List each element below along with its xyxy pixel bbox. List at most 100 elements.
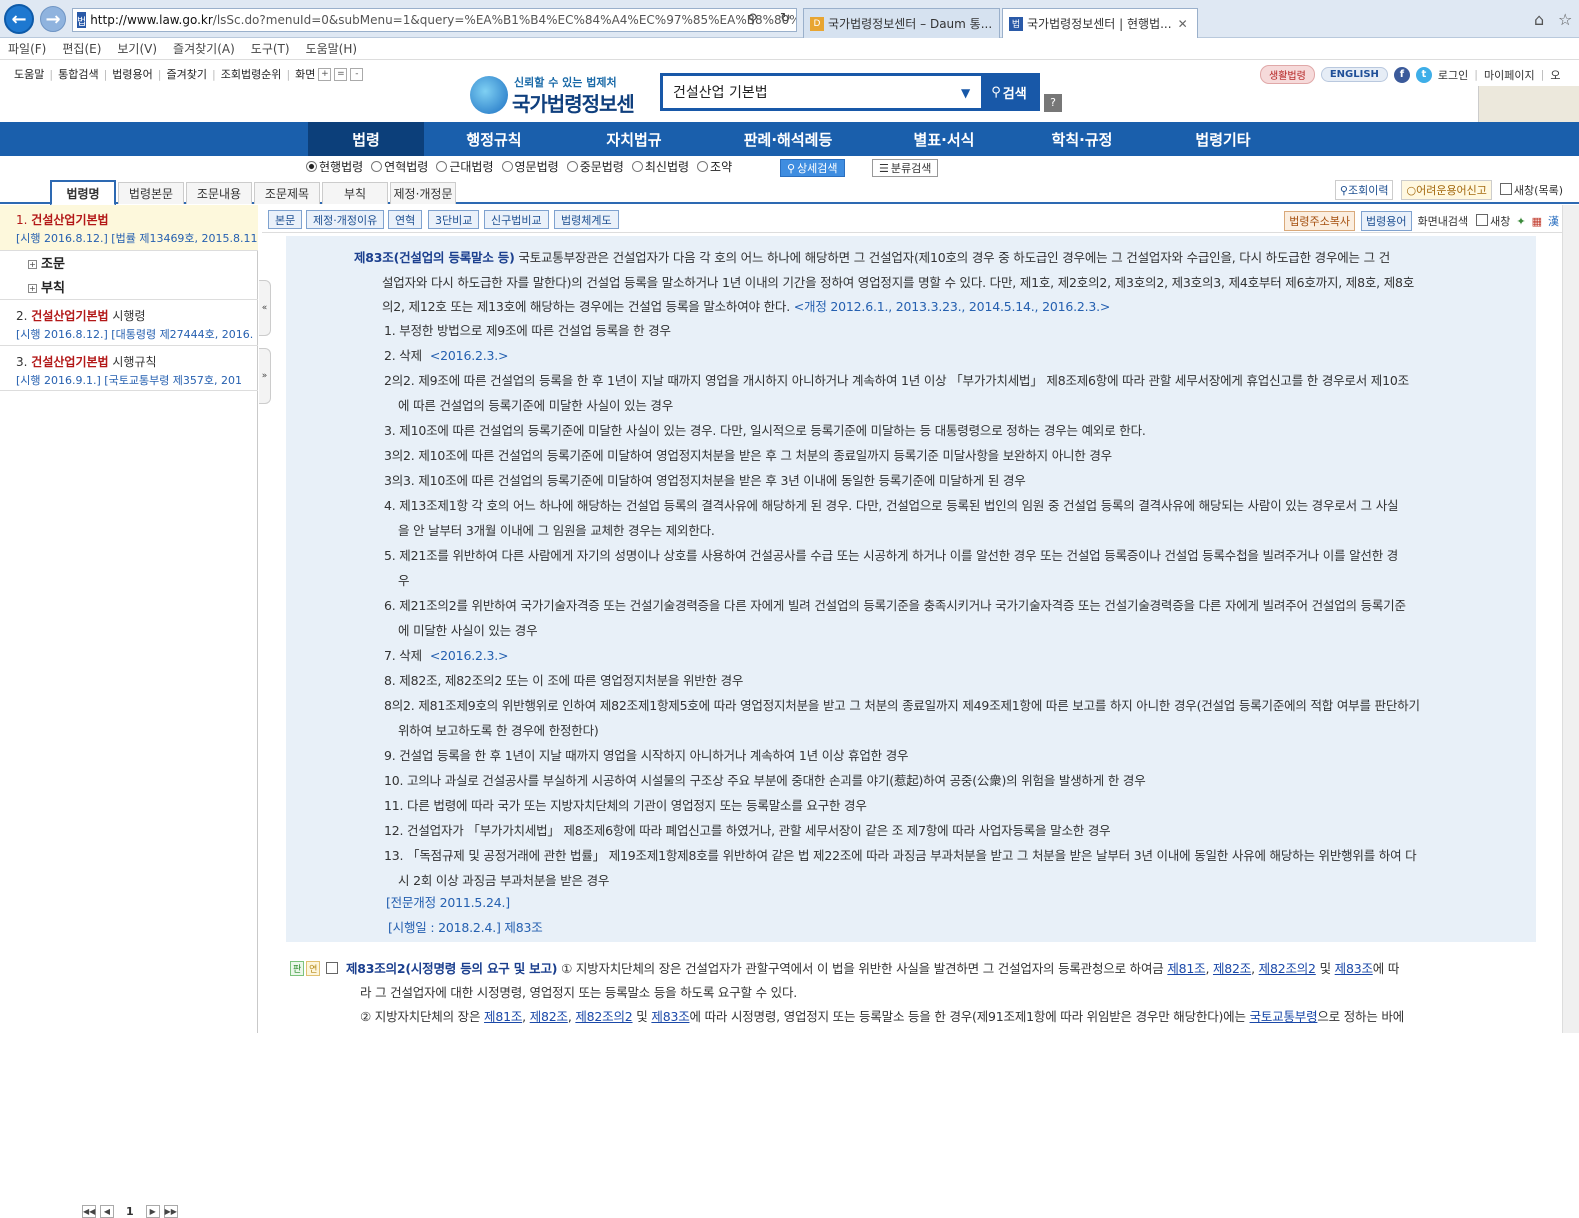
law-link[interactable]: 제83조 [1335,961,1373,976]
law-link[interactable]: 제82조의2 [1259,961,1316,976]
collapse-panel-handle[interactable]: « [259,280,271,336]
home-icon[interactable]: ⌂ [1534,10,1544,29]
menu-tools[interactable]: 도구(T) [251,40,290,57]
amend-note[interactable]: <2016.2.3.> [430,648,509,663]
old-new-compare-button[interactable]: 신구법비교 [484,210,549,229]
nav-local-laws[interactable]: 자치법규 [564,122,704,156]
tab-article-content[interactable]: 조문내용 [186,182,252,204]
menu-help[interactable]: 도움말(H) [306,40,358,57]
effective-date-note[interactable]: [시행일 : 2018.2.4.] 제83조 [388,917,543,936]
tab-article-title[interactable]: 조문제목 [254,182,320,204]
tab-law-body[interactable]: 법령본문 [118,182,184,204]
chinese-char-icon[interactable]: 漢 [1548,213,1559,229]
in-page-search-label[interactable]: 화면내검색 [1418,213,1469,229]
search-icon[interactable]: ⚲ [748,12,758,27]
three-way-compare-button[interactable]: 3단비교 [428,210,480,229]
util-integrated-search[interactable]: 통합검색 [58,66,98,82]
site-logo[interactable]: 신뢰할 수 있는 법제처 국가법령정보센터 [470,74,650,145]
result-item-3[interactable]: 3. 건설산업기본법 시행규칙 [시행 2016.9.1.] [국토교통부령 제… [0,345,258,391]
prev-page-icon[interactable]: ◀ [100,1205,114,1218]
menu-favorites[interactable]: 즐겨찾기(A) [173,40,235,57]
law-link[interactable]: 제82조 [530,1009,568,1024]
nav-precedents[interactable]: 판례·해석례등 [704,122,872,156]
search-help-button[interactable]: ? [1044,94,1062,112]
mypage-link[interactable]: 마이페이지 [1484,67,1535,83]
current-page[interactable]: 1 [126,1205,134,1218]
login-link[interactable]: 로그인 [1438,67,1468,83]
menu-edit[interactable]: 편집(E) [62,40,101,57]
menu-file[interactable]: 파일(F) [8,40,46,57]
vertical-scrollbar[interactable] [1562,205,1579,1033]
radio-history[interactable]: 연혁법령 [371,158,428,175]
first-page-icon[interactable]: ◀◀ [82,1205,96,1218]
favorites-star-icon[interactable]: ☆ [1558,10,1572,29]
amend-note[interactable]: <개정 2012.6.1., 2013.3.23., 2014.5.14., 2… [794,299,1111,314]
radio-latest[interactable]: 최신법령 [631,158,689,175]
tab-enactment[interactable]: 제정·개정문 [390,182,456,204]
refresh-icon[interactable]: ↻ [780,11,791,26]
history-badge[interactable]: 연 [306,961,321,976]
amend-note[interactable]: <2016.2.3.> [430,348,509,363]
law-link[interactable]: 제81조 [1167,961,1205,976]
forward-button[interactable]: → [40,6,66,32]
search-dropdown-icon[interactable]: ▼ [961,86,970,100]
radio-modern[interactable]: 근대법령 [436,158,494,175]
history-button[interactable]: 연혁 [388,210,423,229]
nav-forms[interactable]: 별표·서식 [872,122,1016,156]
nav-laws[interactable]: 법령 [308,122,424,156]
tab-law-name[interactable]: 법령명 [50,180,116,206]
radio-current[interactable]: 현행법령 [306,158,363,175]
zoom-reset-button[interactable]: = [334,67,348,81]
address-bar[interactable]: 법 http://www.law.go.kr/lsSc.do?menuId=0&… [72,8,797,32]
nav-other[interactable]: 법령기타 [1148,122,1298,156]
class-search-button[interactable]: ☰ 분류검색 [872,159,939,177]
law-link[interactable]: 제82조 [1213,961,1251,976]
result-item-2[interactable]: 2. 건설산업기본법 시행령 [시행 2016.8.12.] [대통령령 제27… [0,299,258,345]
print-icon[interactable]: ▦ [1532,215,1542,228]
full-amend-note[interactable]: [전문개정 2011.5.24.] [386,892,510,911]
new-window-checkbox[interactable]: 새창(목록) [1499,182,1563,198]
newwin-checkbox[interactable]: 새창 [1474,213,1510,229]
body-button[interactable]: 본문 [268,210,303,229]
util-favorites[interactable]: 즐겨찾기 [167,66,207,82]
twitter-icon[interactable]: t [1415,66,1432,83]
legal-terms-button[interactable]: 법령용어 [1361,211,1412,231]
english-button[interactable]: ENGLISH [1320,67,1388,82]
nav-school-rules[interactable]: 학칙·규정 [1016,122,1148,156]
next-page-icon[interactable]: ▶ [145,1205,160,1218]
report-term-button[interactable]: ○어려운용어신고 [1401,180,1492,200]
living-law-button[interactable]: 생활법령 [1260,65,1315,84]
copy-address-button[interactable]: 법령주소복사 [1284,211,1356,231]
amend-reason-button[interactable]: 제정·개정이유 [306,210,385,229]
law-link[interactable]: 국토교통부령 [1250,1009,1318,1024]
util-legal-terms[interactable]: 법령용어 [112,66,152,82]
facebook-icon[interactable]: f [1393,66,1410,83]
browser-tab-2[interactable]: 법 국가법령정보센터 | 현행법... ✕ [1002,8,1198,38]
view-history-button[interactable]: ⚲조회이력 [1334,180,1394,200]
util-ranking[interactable]: 조회법령순위 [221,66,282,82]
law-link[interactable]: 제82조의2 [575,1009,632,1024]
expand-panel-handle[interactable]: » [259,348,271,404]
law-link[interactable]: 제81조 [484,1009,522,1024]
article-checkbox[interactable] [326,962,339,974]
util-help[interactable]: 도움말 [14,66,44,82]
zoom-in-button[interactable]: + [318,67,332,81]
more-link[interactable]: 오 [1550,67,1560,83]
tree-articles[interactable]: + 조문 [28,253,65,272]
zoom-out-button[interactable]: - [350,67,364,81]
back-button[interactable]: ← [4,4,34,34]
detail-search-button[interactable]: ⚲ 상세검색 [780,159,845,177]
radio-chinese[interactable]: 중문법령 [566,158,624,175]
browser-tab-1[interactable]: D 국가법령정보센터 – Daum 통... [803,8,1000,38]
law-system-button[interactable]: 법령체계도 [554,210,619,229]
tree-supplementary[interactable]: + 부칙 [28,277,65,296]
radio-treaty[interactable]: 조약 [697,158,732,175]
radio-english[interactable]: 영문법령 [501,158,559,175]
last-page-icon[interactable]: ▶▶ [163,1205,178,1218]
result-item-1[interactable]: 1. 건설산업기본법 [시행 2016.8.12.] [법률 제13469호, … [0,205,258,251]
law-link[interactable]: 제83조 [651,1009,689,1024]
bookmark-icon[interactable]: ✦ [1516,215,1525,228]
nav-admin-rules[interactable]: 행정규칙 [424,122,564,156]
search-input[interactable] [663,76,983,108]
search-button[interactable]: ⚲ 검색 [981,76,1037,108]
